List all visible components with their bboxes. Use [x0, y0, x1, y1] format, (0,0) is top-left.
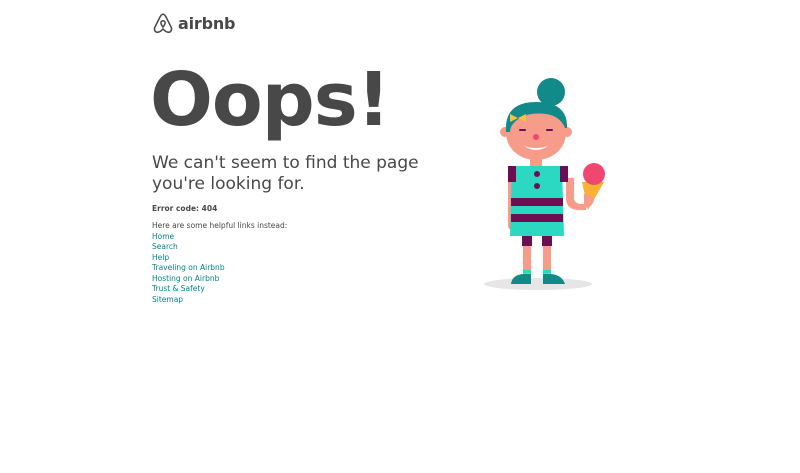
dress-button-2 [534, 183, 540, 189]
page-title: Oops! [150, 57, 391, 143]
right-eye [546, 129, 553, 131]
helpful-links: Here are some helpful links instead: Hom… [152, 221, 287, 305]
left-sock [523, 270, 531, 273]
list-item: Sitemap [152, 295, 287, 306]
link-search[interactable]: Search [152, 242, 178, 251]
subtitle-line-2: you're looking for. [152, 174, 305, 194]
helpful-links-list: Home Search Help Traveling on Airbnb Hos… [152, 232, 287, 306]
shorts-right [542, 236, 552, 246]
left-eye [519, 129, 526, 131]
page-subtitle: We can't seem to find the page you're lo… [152, 153, 452, 195]
link-trust-safety[interactable]: Trust & Safety [152, 284, 205, 293]
airbnb-logo-link[interactable]: airbnb [152, 12, 235, 35]
list-item: Trust & Safety [152, 284, 287, 295]
right-leg [543, 246, 551, 274]
right-sock [543, 270, 551, 273]
right-ear [562, 127, 572, 137]
airbnb-wordmark: airbnb [178, 13, 236, 33]
shorts-left [522, 236, 532, 246]
right-shoe [543, 274, 565, 284]
list-item: Hosting on Airbnb [152, 274, 287, 285]
left-shoe [511, 274, 531, 284]
dress-stripe-1 [511, 198, 563, 206]
airbnb-belo-icon [153, 13, 173, 34]
link-sitemap[interactable]: Sitemap [152, 295, 183, 304]
list-item: Home [152, 232, 287, 243]
neck [530, 158, 542, 166]
helpful-links-intro: Here are some helpful links instead: [152, 221, 288, 230]
dress-stripe-2 [511, 214, 563, 222]
link-hosting[interactable]: Hosting on Airbnb [152, 274, 219, 283]
subtitle-line-1: We can't seem to find the page [152, 153, 419, 173]
link-help[interactable]: Help [152, 253, 169, 262]
dress-button-1 [534, 171, 540, 177]
nose [533, 134, 539, 140]
ice-cream-scoop [583, 163, 605, 185]
list-item: Help [152, 253, 287, 264]
girl-with-ice-cream-illustration [484, 78, 605, 290]
error-code: Error code: 404 [152, 204, 218, 213]
dress-sleeve-right [560, 166, 568, 182]
left-leg [523, 246, 531, 274]
ground-shadow [484, 278, 592, 290]
link-traveling[interactable]: Traveling on Airbnb [152, 263, 225, 272]
link-home[interactable]: Home [152, 232, 174, 241]
list-item: Traveling on Airbnb [152, 263, 287, 274]
error-page: airbnb Oops! We can't seem to find the p… [0, 0, 800, 473]
hair-bun [537, 78, 565, 106]
list-item: Search [152, 242, 287, 253]
dress-sleeve-left [508, 166, 516, 182]
